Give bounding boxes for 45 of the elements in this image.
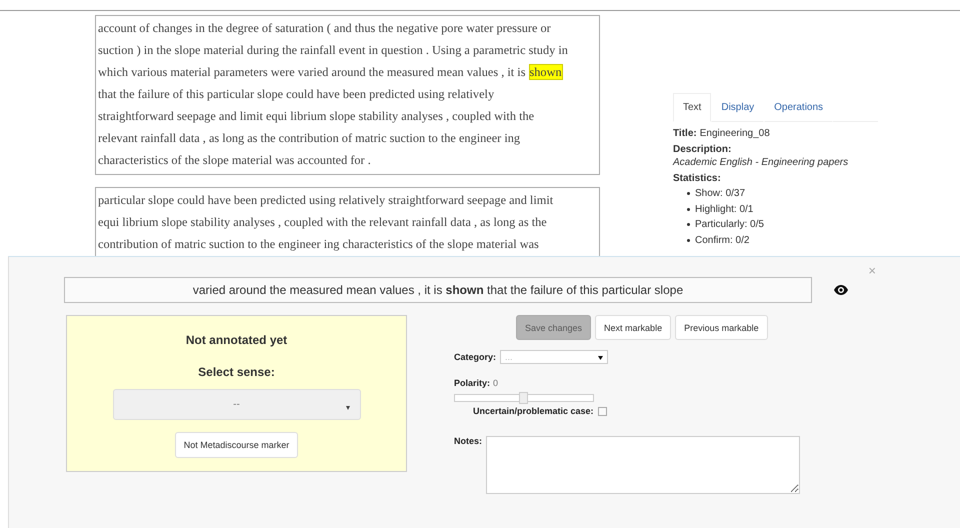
tab[interactable]: Operations — [764, 93, 834, 122]
status-text: Not annotated yet — [186, 333, 288, 347]
bullet-icon — [687, 223, 690, 226]
polarity-value: 0 — [493, 378, 498, 388]
eye-icon[interactable] — [833, 284, 849, 296]
uncertain-checkbox[interactable] — [598, 406, 607, 416]
slider-thumb[interactable] — [519, 392, 528, 404]
title-value: Engineering_08 — [700, 128, 770, 139]
field-label: Description: — [673, 144, 732, 155]
action-button[interactable]: Previous markable — [675, 315, 768, 340]
caret-icon — [346, 406, 350, 410]
field-label: Polarity: — [454, 378, 490, 388]
sense-select[interactable]: -- — [112, 389, 360, 420]
text-line: that the failure of this particular slope could have been predicted using relatively — [98, 87, 494, 101]
statistic-item: Confirm: 0/2 — [695, 234, 750, 246]
text-line: characteristics of the slope material was accounted for . — [98, 153, 371, 167]
bullet-icon — [687, 192, 690, 196]
notes-field[interactable] — [486, 436, 800, 494]
polarity-slider[interactable] — [454, 394, 594, 402]
tab[interactable]: Display — [711, 93, 764, 122]
text-line: which various material parameters were varied around the measured mean values , it is — [98, 65, 526, 79]
bullet-icon — [687, 238, 690, 242]
text-line: straightforward seepage and limit equi librium slope stability analyses , coupled with the — [98, 109, 534, 123]
statistic-item: Particularly: 0/5 — [695, 219, 764, 230]
text-line: relevant rainfall data , as long as the contribution of matric suction to the engineer ing — [98, 131, 520, 145]
text-line: account of changes in the degree of saturation ( and thus the negative pore water pressure or — [98, 21, 551, 35]
select-label: Select sense: — [198, 365, 275, 379]
statistic-item: Show: 0/37 — [695, 188, 746, 200]
field-label: Statistics: — [673, 173, 722, 184]
text-line: contribution of matric suction to the engineer ing characteristics of the slope material was — [98, 237, 539, 251]
not-marker-button[interactable]: Not Metadiscourse marker — [174, 432, 298, 458]
highlighted-word[interactable]: shown — [530, 65, 562, 79]
action-button[interactable]: Next markable — [595, 315, 672, 340]
text-line: equi librium slope stability analyses , coupled with the relevant rainfall data , as long as the — [98, 215, 547, 229]
description-text: Academic English - Engineering papers — [673, 157, 850, 168]
field-label: Title: — [673, 128, 697, 139]
field-label: Category: — [454, 352, 496, 362]
field-label: Notes: — [454, 436, 482, 446]
statistic-item: Highlight: 0/1 — [695, 204, 754, 215]
bullet-icon — [687, 208, 690, 211]
sentence-field: varied around the measured mean values , it is shown that the failure of this particular slope — [64, 277, 812, 303]
tab[interactable]: Text — [673, 93, 712, 122]
text-line: suction ) in the slope material during the rainfall event in question . Using a parametric study in — [98, 43, 568, 57]
field-label: Uncertain/problematic case: — [473, 406, 594, 416]
text-line: particular slope could have been predicted using relatively straightforward seepage and limit — [98, 193, 554, 207]
